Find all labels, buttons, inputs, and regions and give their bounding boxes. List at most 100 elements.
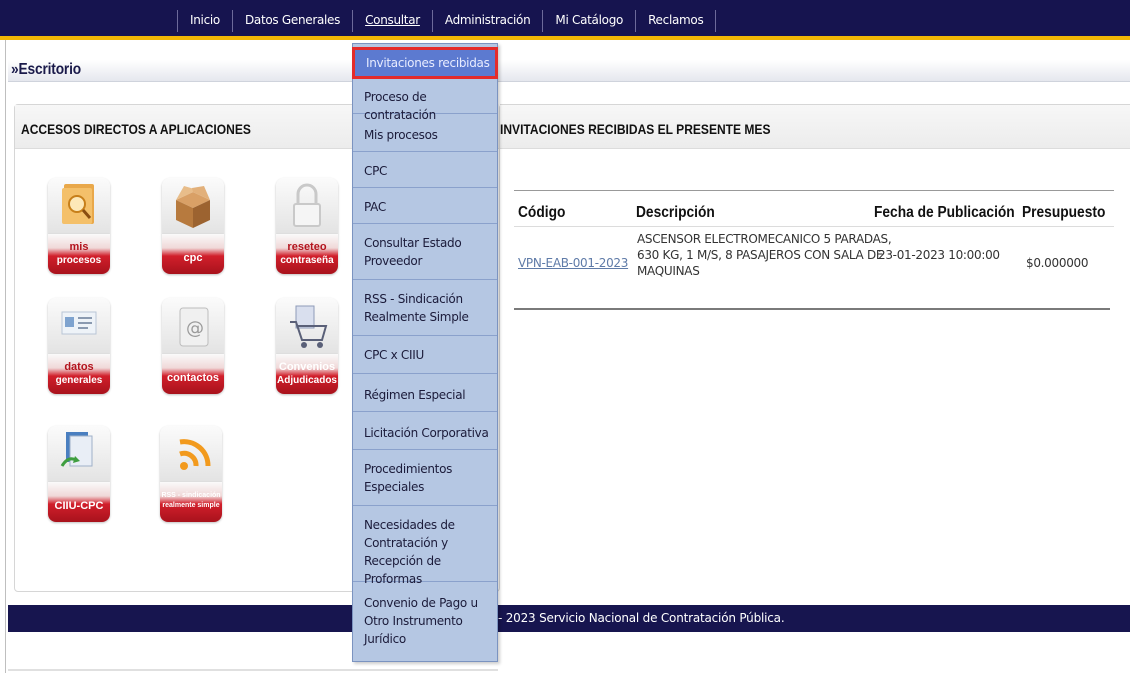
nav-item-reclamos[interactable]: Reclamos	[636, 10, 717, 32]
menu-item-label: Invitaciones recibidas	[366, 56, 490, 70]
tile-label: reseteo contraseña	[276, 234, 338, 274]
tile-reseteo-contrasena[interactable]: reseteo contraseña	[276, 178, 338, 274]
nav-item-administracion[interactable]: Administración	[433, 10, 544, 32]
nav-item-consultar[interactable]: Consultar	[353, 10, 433, 32]
tile-mis-procesos[interactable]: mis procesos	[48, 178, 110, 274]
menu-item-licitacion-corporativa[interactable]: Licitación Corporativa	[353, 412, 497, 450]
menu-item-label: Necesidades de	[364, 518, 455, 532]
tile-label-line1: RSS - sindicación	[161, 492, 221, 499]
menu-item-label-line2: Proveedor	[364, 254, 423, 268]
bottom-divider	[8, 669, 498, 671]
top-navigation-bar: Inicio Datos Generales Consultar Adminis…	[0, 0, 1130, 36]
invitation-budget: $0.000000	[1026, 256, 1089, 270]
tile-contactos[interactable]: @ contactos	[162, 298, 224, 394]
invitations-panel-title: INVITACIONES RECIBIDAS EL PRESENTE MES	[500, 121, 771, 137]
menu-item-label: CPC	[364, 164, 388, 178]
column-header-descripcion: Descripción	[636, 204, 715, 221]
tile-ciiu-cpc[interactable]: CIIU-CPC	[48, 426, 110, 522]
tile-label-line1: Convenios	[278, 361, 336, 373]
menu-item-label: Régimen Especial	[364, 388, 466, 402]
invitation-description-line2: 630 KG, 1 M/S, 8 PASAJEROS CON SALA DE	[637, 248, 884, 262]
folder-search-icon	[48, 178, 110, 234]
tile-label: mis procesos	[48, 234, 110, 274]
invitations-panel: INVITACIONES RECIBIDAS EL PRESENTE MES	[500, 104, 1130, 592]
page-title: »Escritorio	[11, 61, 81, 78]
tile-label-line1: datos	[64, 361, 94, 373]
column-header-fecha: Fecha de Publicación	[874, 204, 1015, 221]
menu-item-pac[interactable]: PAC	[353, 188, 497, 224]
svg-text:@: @	[186, 318, 204, 339]
address-book-icon: @	[162, 298, 224, 354]
menu-item-procedimientos-especiales[interactable]: Procedimientos Especiales	[353, 450, 497, 506]
open-box-icon	[162, 178, 224, 234]
nav-item-mi-catalogo[interactable]: Mi Catálogo	[543, 10, 637, 32]
menu-item-cpc-x-ciiu[interactable]: CPC x CIIU	[353, 336, 497, 374]
shortcuts-panel-title: ACCESOS DIRECTOS A APLICACIONES	[21, 121, 251, 137]
tile-label: datos generales	[48, 354, 110, 394]
tile-rss-sindicacion[interactable]: RSS - sindicación realmente simple	[160, 426, 222, 522]
menu-item-label: CPC x CIIU	[364, 348, 424, 362]
menu-item-label: Licitación Corporativa	[364, 426, 489, 440]
invitation-description-line1: ASCENSOR ELECTROMECANICO 5 PARADAS,	[637, 232, 892, 246]
tile-label-line2: cpc	[183, 252, 203, 264]
tile-label: cpc	[162, 234, 224, 274]
tile-datos-generales[interactable]: datos generales	[48, 298, 110, 394]
column-header-codigo: Código	[518, 204, 566, 221]
menu-item-convenio-de-pago[interactable]: Convenio de Pago u Otro Instrumento Jurí…	[353, 582, 497, 662]
consultar-dropdown-menu: Invitaciones recibidas Proceso de contra…	[352, 43, 498, 662]
menu-item-label-line2: Contratación y	[364, 536, 448, 550]
menu-item-label-line3: Jurídico	[364, 632, 406, 646]
tile-label-line2: realmente simple	[162, 502, 220, 509]
tile-label-line1: reseteo	[287, 241, 327, 253]
rss-icon	[160, 426, 222, 482]
menu-item-label-line2: Realmente Simple	[364, 310, 469, 324]
nav-item-datos-generales[interactable]: Datos Generales	[233, 10, 354, 32]
tile-label-line2: Adjudicados	[276, 375, 337, 386]
tile-label-line2: CIIU-CPC	[54, 500, 104, 512]
id-card-icon	[48, 298, 110, 354]
tile-label-line1: mis	[69, 241, 89, 253]
menu-item-mis-procesos[interactable]: Mis procesos	[353, 114, 497, 152]
tile-label-line2: procesos	[56, 255, 102, 266]
menu-item-rss-sindicacion[interactable]: RSS - Sindicación Realmente Simple	[353, 280, 497, 336]
menu-item-label: PAC	[364, 200, 386, 214]
menu-item-necesidades-de-contratacion[interactable]: Necesidades de Contratación y Recepción …	[353, 506, 497, 586]
padlock-icon	[276, 178, 338, 234]
menu-item-label: RSS - Sindicación	[364, 292, 463, 306]
footer-bar: - 2023 Servicio Nacional de Contratación…	[8, 605, 1130, 632]
tile-cpc[interactable]: cpc	[162, 178, 224, 274]
menu-item-proceso-de-contratacion[interactable]: Proceso de contratación	[353, 80, 497, 122]
invitation-description-line3: MAQUINAS	[637, 264, 700, 278]
tile-label: Convenios Adjudicados	[276, 354, 338, 394]
menu-item-label-line2: Otro Instrumento	[364, 614, 463, 628]
tile-label: CIIU-CPC	[48, 482, 110, 522]
invitation-publication-date: 23-01-2023 10:00:00	[878, 248, 1000, 262]
invitations-panel-header: INVITACIONES RECIBIDAS EL PRESENTE MES	[500, 105, 1130, 149]
table-header-rule	[514, 226, 1114, 227]
page-left-border	[5, 40, 6, 673]
tile-label: contactos	[162, 354, 224, 394]
menu-item-regimen-especial[interactable]: Régimen Especial	[353, 374, 497, 412]
menu-item-label: Convenio de Pago u	[364, 596, 478, 610]
documents-icon	[48, 426, 110, 482]
tile-label-line2: generales	[55, 375, 103, 386]
menu-item-label: Procedimientos	[364, 462, 453, 476]
footer-copyright: - 2023 Servicio Nacional de Contratación…	[498, 611, 785, 625]
invitation-code-link[interactable]: VPN-EAB-001-2023	[518, 256, 628, 270]
tile-convenios-adjudicados[interactable]: Convenios Adjudicados	[276, 298, 338, 394]
menu-item-cpc[interactable]: CPC	[353, 152, 497, 188]
menu-item-consultar-estado-proveedor[interactable]: Consultar Estado Proveedor	[353, 224, 497, 280]
breadcrumb: »Escritorio	[8, 60, 1130, 82]
table-top-rule	[514, 190, 1114, 191]
menu-item-label: Consultar Estado	[364, 236, 462, 250]
column-header-presupuesto: Presupuesto	[1022, 204, 1106, 221]
nav-item-inicio[interactable]: Inicio	[177, 10, 233, 32]
tile-label-line2: contactos	[167, 372, 219, 384]
menu-item-label: Mis procesos	[364, 128, 438, 142]
menu-item-invitaciones-recibidas[interactable]: Invitaciones recibidas	[352, 47, 498, 79]
tile-label-line2: contraseña	[280, 255, 334, 266]
table-bottom-rule	[514, 308, 1110, 310]
tile-label: RSS - sindicación realmente simple	[160, 482, 222, 522]
menu-item-label-line2: Especiales	[364, 480, 425, 494]
nav-accent-stripe	[0, 36, 1130, 40]
